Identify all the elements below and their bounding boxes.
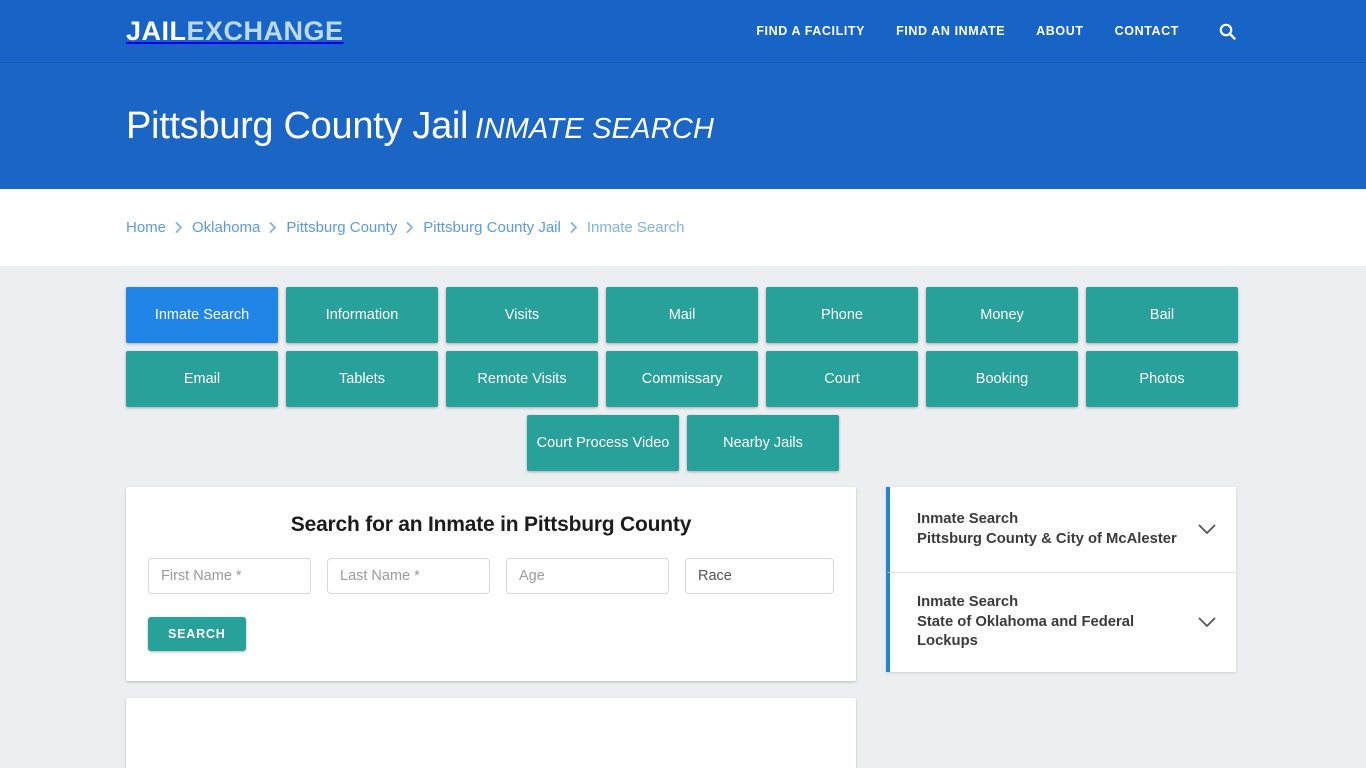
- site-logo[interactable]: JAILEXCHANGE: [126, 15, 344, 46]
- chevron-right-icon: [570, 222, 578, 233]
- chevron-down-icon[interactable]: [1196, 617, 1218, 628]
- secondary-content-card: [126, 698, 856, 768]
- inmate-search-form: Race: [148, 558, 834, 594]
- chevron-right-icon: [175, 222, 183, 233]
- tab-information[interactable]: Information: [286, 287, 438, 343]
- page-hero: Pittsburg County Jail INMATE SEARCH: [0, 63, 1366, 189]
- inmate-search-card: Search for an Inmate in Pittsburg County…: [126, 487, 856, 681]
- search-icon[interactable]: [1216, 20, 1238, 42]
- logo-text-secondary: EXCHANGE: [186, 15, 344, 46]
- accordion-title: Inmate Search: [917, 510, 1019, 527]
- page-root: JAILEXCHANGE FIND A FACILITY FIND AN INM…: [0, 0, 1366, 768]
- page-title-subtitle: INMATE SEARCH: [475, 112, 715, 145]
- tab-booking[interactable]: Booking: [926, 351, 1078, 407]
- chevron-right-icon: [406, 222, 414, 233]
- accordion-title: Inmate Search: [917, 594, 1019, 610]
- tab-email[interactable]: Email: [126, 351, 278, 407]
- chevron-down-icon[interactable]: [1196, 524, 1218, 535]
- search-form-heading: Search for an Inmate in Pittsburg County: [290, 513, 692, 536]
- tab-row-2: Email Tablets Remote Visits Commissary C…: [126, 351, 1240, 407]
- section-tab-grid: Inmate Search Information Visits Mail Ph…: [126, 266, 1240, 471]
- tab-money[interactable]: Money: [926, 287, 1078, 343]
- main-navigation: FIND A FACILITY FIND AN INMATE ABOUT CON…: [756, 20, 1238, 42]
- accordion-subtitle: Pittsburg County & City of McAlester: [917, 530, 1177, 547]
- tab-tablets[interactable]: Tablets: [286, 351, 438, 407]
- accordion-item-state-federal-search[interactable]: Inmate Search State of Oklahoma and Fede…: [886, 573, 1236, 672]
- tab-mail[interactable]: Mail: [606, 287, 758, 343]
- breadcrumb-item-home[interactable]: Home: [126, 219, 166, 236]
- tab-row-3: Court Process Video Nearby Jails: [126, 415, 1240, 471]
- race-select[interactable]: Race: [685, 558, 834, 594]
- breadcrumb-bar: Home Oklahoma Pittsburg County Pittsburg…: [0, 189, 1366, 266]
- tab-commissary[interactable]: Commissary: [606, 351, 758, 407]
- content-columns: Search for an Inmate in Pittsburg County…: [126, 487, 1240, 768]
- first-name-input[interactable]: [148, 558, 311, 594]
- tab-bail[interactable]: Bail: [1086, 287, 1238, 343]
- top-navigation-bar: JAILEXCHANGE FIND A FACILITY FIND AN INM…: [0, 0, 1366, 63]
- accordion-item-text: Inmate Search Pittsburg County & City of…: [917, 510, 1186, 549]
- tab-phone[interactable]: Phone: [766, 287, 918, 343]
- tab-court-process-video[interactable]: Court Process Video: [527, 415, 679, 471]
- age-input[interactable]: [506, 558, 669, 594]
- tab-inmate-search[interactable]: Inmate Search: [126, 287, 278, 343]
- main-content: Inmate Search Information Visits Mail Ph…: [0, 266, 1366, 768]
- logo-text-primary: JAIL: [126, 15, 187, 46]
- breadcrumb-item-pittsburg-county[interactable]: Pittsburg County: [286, 219, 397, 236]
- tab-visits[interactable]: Visits: [446, 287, 598, 343]
- last-name-input[interactable]: [327, 558, 490, 594]
- inmate-search-accordion: Inmate Search Pittsburg County & City of…: [886, 487, 1236, 672]
- nav-item-find-a-facility[interactable]: FIND A FACILITY: [756, 24, 865, 38]
- page-title-main: Pittsburg County Jail: [126, 104, 469, 147]
- tab-photos[interactable]: Photos: [1086, 351, 1238, 407]
- nav-item-contact[interactable]: CONTACT: [1115, 24, 1179, 38]
- breadcrumb-item-oklahoma[interactable]: Oklahoma: [192, 219, 260, 236]
- accordion-item-county-search[interactable]: Inmate Search Pittsburg County & City of…: [886, 487, 1236, 573]
- breadcrumb-item-pittsburg-county-jail[interactable]: Pittsburg County Jail: [423, 219, 561, 236]
- breadcrumb-item-inmate-search: Inmate Search: [586, 219, 685, 236]
- search-submit-button[interactable]: SEARCH: [148, 617, 246, 651]
- left-column: Search for an Inmate in Pittsburg County…: [126, 487, 856, 768]
- accordion-item-text: Inmate Search State of Oklahoma and Fede…: [917, 593, 1186, 652]
- breadcrumb: Home Oklahoma Pittsburg County Pittsburg…: [126, 219, 684, 236]
- tab-court[interactable]: Court: [766, 351, 918, 407]
- right-sidebar: Inmate Search Pittsburg County & City of…: [886, 487, 1236, 672]
- accordion-subtitle: State of Oklahoma and Federal Lockups: [917, 613, 1135, 650]
- tab-remote-visits[interactable]: Remote Visits: [446, 351, 598, 407]
- tab-row-1: Inmate Search Information Visits Mail Ph…: [126, 287, 1240, 343]
- nav-item-about[interactable]: ABOUT: [1036, 24, 1083, 38]
- nav-item-find-an-inmate[interactable]: FIND AN INMATE: [896, 24, 1005, 38]
- tab-nearby-jails[interactable]: Nearby Jails: [687, 415, 839, 471]
- chevron-right-icon: [269, 222, 277, 233]
- page-title: Pittsburg County Jail INMATE SEARCH: [126, 105, 714, 148]
